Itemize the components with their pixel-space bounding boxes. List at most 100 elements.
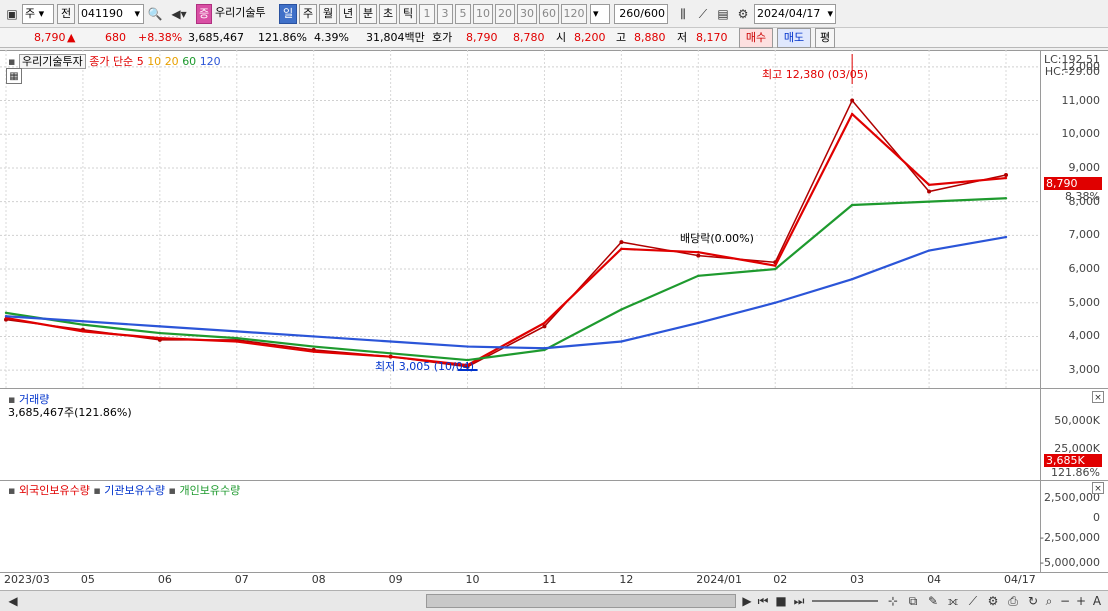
volume-pane (0, 388, 1108, 480)
series-point-2 (850, 112, 854, 116)
period-week-button[interactable]: 주 (299, 4, 317, 24)
rewind-icon[interactable]: ⏮ (754, 591, 772, 611)
window-icon[interactable]: ▣ (3, 4, 21, 24)
step-20-button[interactable]: 20 (495, 4, 515, 24)
measure-icon[interactable]: ⟗ (944, 591, 962, 611)
sell-button[interactable]: 매도 (777, 28, 811, 48)
line-chart-icon[interactable]: ⟋ (694, 4, 712, 24)
step-120-button[interactable]: 120 (561, 4, 587, 24)
volume-tick-50000k: 50,000K (1054, 414, 1100, 427)
series-point-2 (543, 321, 546, 325)
scrollbar-thumb[interactable] (426, 594, 736, 608)
series-point-4 (235, 330, 238, 333)
buy-button[interactable]: 매수 (739, 28, 773, 48)
step-5-button[interactable]: 5 (455, 4, 471, 24)
font-size-icon[interactable]: A (1088, 591, 1106, 611)
draw-icon[interactable]: ✎ (924, 591, 942, 611)
x-tick-label: 12 (619, 573, 634, 586)
ma-10-label: 10 (147, 55, 162, 68)
eval-button[interactable]: 평 (815, 28, 835, 48)
step-1-button[interactable]: 1 (419, 4, 435, 24)
speaker-icon[interactable]: ◀▾ (166, 4, 192, 24)
market-select[interactable]: 주 ▾ (22, 4, 54, 24)
close-icon[interactable]: × (1092, 391, 1104, 403)
close-icon[interactable]: × (1092, 482, 1104, 494)
menu-dot-icon[interactable]: ▪ (169, 484, 176, 497)
candle-icon[interactable]: ⫼ (674, 4, 692, 24)
x-tick-label: 09 (388, 573, 403, 586)
x-tick-label: 02 (773, 573, 788, 586)
series-point-1 (850, 98, 855, 103)
step-3-button[interactable]: 3 (437, 4, 453, 24)
search-icon[interactable]: 🔍 (146, 4, 164, 24)
series-point-3 (1004, 197, 1008, 200)
x-tick-label: 03 (850, 573, 865, 586)
bottom-toolbar: ◀ ▶ ⏮ ■ ⏭ ⊹ ⧉ ✎ ⟗ ⟋ ⚙ ⎙ ↻ ⌕ − + A (0, 590, 1108, 611)
grid-icon[interactable]: ▦ (6, 68, 22, 84)
settings-icon[interactable]: ⚙ (984, 591, 1002, 611)
stop-icon[interactable]: ■ (772, 591, 790, 611)
x-tick-label: 2023/03 (4, 573, 50, 586)
low-price: 8,170 (696, 31, 728, 44)
date-input[interactable]: 2024/04/17 ▾ (754, 4, 836, 24)
count-input[interactable]: 260/600 (614, 4, 668, 24)
up-arrow-icon: ▲ (67, 31, 76, 44)
menu-dot-icon[interactable]: ▪ (8, 55, 15, 68)
ma-120-label: 120 (199, 55, 221, 68)
save-icon[interactable]: ▤ (714, 4, 732, 24)
scroll-left-icon[interactable]: ◀ (4, 591, 22, 611)
low-note: 최저 3,005 (10/04) (375, 360, 475, 373)
holding-tick-0: 0 (1093, 511, 1100, 524)
step-60-button[interactable]: 60 (539, 4, 559, 24)
volume-ratio: 121.86% (258, 31, 307, 44)
price-tick-label: 6,000 (1068, 262, 1101, 276)
foreign-label: 외국인보유수량 (18, 484, 90, 497)
holding-tick-neg2500000: -2,500,000 (1040, 531, 1100, 544)
series-point-2 (697, 251, 700, 254)
series-point-3 (389, 352, 392, 355)
series-point-1 (696, 253, 701, 258)
ma-5-label: 5 (136, 55, 144, 68)
price-tick-label: 10,000 (1061, 127, 1101, 141)
price-tick-label: 3,000 (1068, 363, 1101, 377)
series-point-2 (927, 183, 931, 186)
series-point-4 (543, 347, 546, 350)
gear-icon[interactable]: ⚙ (734, 4, 752, 24)
period-month-button[interactable]: 월 (319, 4, 337, 24)
trend-icon[interactable]: ⟋ (964, 591, 982, 611)
series-point-3 (850, 203, 854, 207)
institution-label: 기관보유수량 (104, 484, 166, 497)
crosshair-icon[interactable]: ⊹ (884, 591, 902, 611)
period-minute-button[interactable]: 분 (359, 4, 377, 24)
step-custom-select[interactable]: ▾ (590, 4, 610, 24)
prev-button[interactable]: 전 (57, 4, 75, 24)
holding-tick-neg5000000: -5,000,000 (1040, 556, 1100, 569)
code-input[interactable]: 041190 ▾ (78, 4, 144, 24)
series-point-4 (4, 315, 8, 318)
forward-icon[interactable]: ⏭ (790, 591, 808, 611)
open-label: 시 (556, 31, 567, 44)
step-30-button[interactable]: 30 (517, 4, 537, 24)
period-tick-button[interactable]: 틱 (399, 4, 417, 24)
series-line-3 (5, 197, 1007, 362)
stock-name-label[interactable]: 우리기술투자 (18, 54, 86, 69)
period-year-button[interactable]: 년 (339, 4, 357, 24)
series-point-4 (466, 345, 469, 348)
last-price-tag: 8,790 (1044, 177, 1102, 190)
period-second-button[interactable]: 초 (379, 4, 397, 24)
menu-dot-icon[interactable]: ▪ (8, 484, 15, 497)
menu-dot-icon[interactable]: ▪ (93, 484, 100, 497)
series-point-4 (697, 321, 700, 325)
turnover-rate: 4.39% (314, 31, 349, 44)
series-point-2 (1004, 176, 1008, 180)
series-point-3 (312, 345, 315, 348)
low-label: 저 (677, 31, 688, 44)
step-10-button[interactable]: 10 (473, 4, 493, 24)
zoom-slider[interactable] (812, 600, 878, 602)
copy-icon[interactable]: ⧉ (904, 591, 922, 611)
period-day-button[interactable]: 일 (279, 4, 297, 24)
series-point-2 (81, 330, 85, 333)
quote-bar: 8,790 ▲ 680 +8.38% 3,685,467 121.86% 4.3… (0, 28, 1108, 48)
print-icon[interactable]: ⎙ (1004, 591, 1022, 611)
high-label: 고 (616, 31, 627, 44)
